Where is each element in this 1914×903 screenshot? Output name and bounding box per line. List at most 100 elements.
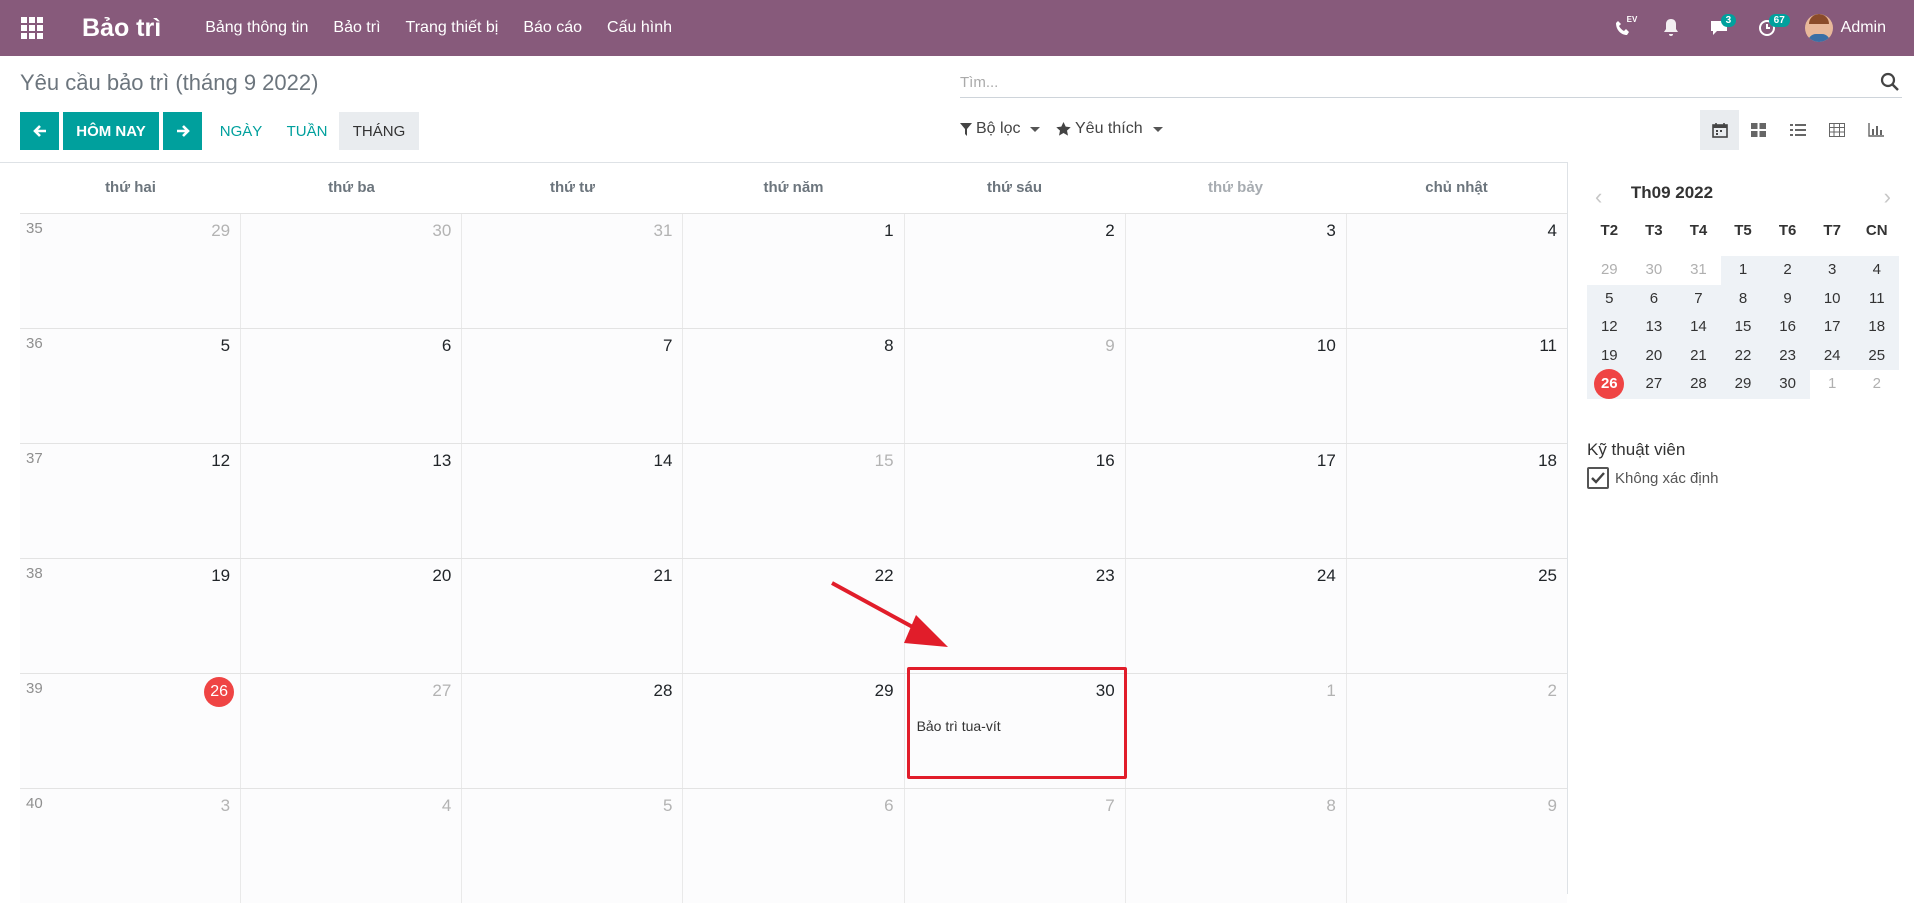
mini-day[interactable]: 14 bbox=[1676, 313, 1721, 342]
mini-day[interactable]: 22 bbox=[1720, 341, 1766, 370]
mini-day[interactable]: 23 bbox=[1765, 341, 1810, 370]
today-button[interactable]: HÔM NAY bbox=[63, 112, 159, 150]
calendar-day-cell[interactable]: 8 bbox=[1125, 789, 1347, 903]
calendar-day-cell[interactable]: 10 bbox=[1125, 329, 1347, 443]
mini-day[interactable]: 25 bbox=[1854, 341, 1900, 370]
bell-icon[interactable] bbox=[1647, 0, 1695, 56]
calendar-day-cell[interactable]: 6 bbox=[241, 329, 463, 443]
mini-day[interactable]: 15 bbox=[1720, 313, 1766, 342]
mini-day[interactable]: 10 bbox=[1809, 284, 1855, 313]
prev-button[interactable] bbox=[20, 112, 59, 150]
calendar-day-cell[interactable]: 4 bbox=[1346, 214, 1567, 328]
mini-day[interactable]: 31 bbox=[1676, 256, 1721, 285]
next-button[interactable] bbox=[163, 112, 202, 150]
calendar-day-cell[interactable]: 7 bbox=[462, 329, 684, 443]
mini-day[interactable]: 29 bbox=[1587, 256, 1632, 285]
mini-day[interactable]: 27 bbox=[1631, 370, 1677, 399]
calendar-day-cell[interactable]: 19 bbox=[20, 559, 242, 673]
mini-day[interactable]: 1 bbox=[1720, 256, 1766, 285]
kanban-view-icon[interactable] bbox=[1739, 110, 1778, 150]
calendar-day-cell[interactable]: 26 bbox=[20, 674, 242, 788]
filter-dropdown[interactable]: Bộ lọc bbox=[960, 120, 1041, 138]
mini-day[interactable]: 19 bbox=[1587, 341, 1632, 370]
mini-day[interactable]: 18 bbox=[1854, 313, 1900, 342]
messages-icon[interactable]: 3 bbox=[1695, 0, 1743, 56]
scale-month-button[interactable]: THÁNG bbox=[339, 112, 419, 150]
calendar-day-cell[interactable]: 12 bbox=[20, 444, 242, 558]
calendar-day-cell[interactable]: 5 bbox=[20, 329, 242, 443]
calendar-day-cell[interactable]: 18 bbox=[1346, 444, 1567, 558]
mini-day[interactable]: 11 bbox=[1854, 284, 1900, 313]
search-input[interactable] bbox=[960, 68, 1860, 96]
phone-icon[interactable]: EV bbox=[1599, 0, 1647, 56]
calendar-day-cell[interactable]: 13 bbox=[241, 444, 463, 558]
calendar-day-cell[interactable]: 27 bbox=[241, 674, 463, 788]
calendar-day-cell[interactable]: 17 bbox=[1125, 444, 1347, 558]
calendar-day-cell[interactable]: 24 bbox=[1125, 559, 1347, 673]
chevron-right-icon[interactable]: › bbox=[1884, 184, 1891, 210]
mini-day[interactable]: 13 bbox=[1631, 313, 1677, 342]
calendar-day-cell[interactable]: 4 bbox=[241, 789, 463, 903]
calendar-day-cell[interactable]: 9 bbox=[904, 329, 1126, 443]
calendar-day-cell[interactable]: 15 bbox=[683, 444, 905, 558]
mini-day[interactable]: 12 bbox=[1587, 313, 1632, 342]
mini-day[interactable]: 4 bbox=[1854, 256, 1900, 285]
mini-day[interactable]: 8 bbox=[1720, 284, 1766, 313]
calendar-day-cell[interactable]: 16 bbox=[904, 444, 1126, 558]
menu-item-config[interactable]: Cấu hình bbox=[607, 19, 672, 37]
calendar-day-cell[interactable]: 25 bbox=[1346, 559, 1567, 673]
menu-item-maintenance[interactable]: Bảo trì bbox=[333, 19, 380, 37]
mini-day[interactable]: 30 bbox=[1765, 370, 1810, 399]
calendar-day-cell[interactable]: 3 bbox=[1125, 214, 1347, 328]
mini-day[interactable]: 9 bbox=[1765, 284, 1810, 313]
mini-day[interactable]: 20 bbox=[1631, 341, 1677, 370]
mini-day[interactable]: 5 bbox=[1587, 284, 1632, 313]
mini-day[interactable]: 24 bbox=[1809, 341, 1855, 370]
calendar-day-cell[interactable]: 6 bbox=[683, 789, 905, 903]
search-icon[interactable] bbox=[1880, 72, 1900, 92]
calendar-day-cell[interactable]: 31 bbox=[462, 214, 684, 328]
user-menu[interactable]: Admin bbox=[1791, 14, 1914, 42]
activity-clock-icon[interactable]: 67 bbox=[1743, 0, 1791, 56]
calendar-day-cell[interactable]: 5 bbox=[462, 789, 684, 903]
calendar-day-cell[interactable]: 8 bbox=[683, 329, 905, 443]
checkbox-checked-icon[interactable] bbox=[1587, 467, 1609, 489]
mini-day[interactable]: 6 bbox=[1631, 284, 1677, 313]
calendar-day-cell[interactable]: 21 bbox=[462, 559, 684, 673]
mini-day[interactable]: 3 bbox=[1809, 256, 1855, 285]
calendar-day-cell[interactable]: 14 bbox=[462, 444, 684, 558]
calendar-day-cell[interactable]: 11 bbox=[1346, 329, 1567, 443]
scale-day-button[interactable]: NGÀY bbox=[212, 112, 270, 150]
mini-day[interactable]: 26 bbox=[1587, 369, 1632, 399]
menu-item-dashboard[interactable]: Bảng thông tin bbox=[205, 19, 308, 37]
calendar-day-cell[interactable]: 7 bbox=[904, 789, 1126, 903]
calendar-day-cell[interactable]: 2 bbox=[904, 214, 1126, 328]
apps-menu-icon[interactable] bbox=[0, 0, 64, 56]
calendar-day-cell[interactable]: 29 bbox=[683, 674, 905, 788]
mini-day[interactable]: 7 bbox=[1676, 284, 1721, 313]
mini-day[interactable]: 2 bbox=[1854, 370, 1899, 399]
calendar-day-cell[interactable]: 1 bbox=[683, 214, 905, 328]
mini-day[interactable]: 2 bbox=[1765, 256, 1810, 285]
mini-day[interactable]: 29 bbox=[1720, 370, 1766, 399]
calendar-day-cell[interactable]: 28 bbox=[462, 674, 684, 788]
mini-day[interactable]: 21 bbox=[1676, 341, 1721, 370]
calendar-day-cell[interactable]: 1 bbox=[1125, 674, 1347, 788]
mini-day[interactable]: 16 bbox=[1765, 313, 1810, 342]
menu-item-equipment[interactable]: Trang thiết bị bbox=[406, 19, 499, 37]
calendar-day-cell[interactable]: 9 bbox=[1346, 789, 1567, 903]
favorites-dropdown[interactable]: Yêu thích bbox=[1056, 120, 1163, 138]
calendar-day-cell[interactable]: 20 bbox=[241, 559, 463, 673]
calendar-day-cell[interactable]: 2 bbox=[1346, 674, 1567, 788]
calendar-day-cell[interactable]: 3 bbox=[20, 789, 242, 903]
calendar-day-cell[interactable]: 30 bbox=[241, 214, 463, 328]
pivot-view-icon[interactable] bbox=[1817, 110, 1856, 150]
list-view-icon[interactable] bbox=[1778, 110, 1817, 150]
mini-day[interactable]: 1 bbox=[1810, 370, 1855, 399]
graph-view-icon[interactable] bbox=[1856, 110, 1895, 150]
mini-day[interactable]: 28 bbox=[1676, 370, 1721, 399]
scale-week-button[interactable]: TUẦN bbox=[278, 112, 336, 150]
menu-item-reports[interactable]: Báo cáo bbox=[523, 19, 582, 37]
calendar-day-cell[interactable]: 29 bbox=[20, 214, 242, 328]
calendar-view-icon[interactable] bbox=[1700, 110, 1739, 150]
